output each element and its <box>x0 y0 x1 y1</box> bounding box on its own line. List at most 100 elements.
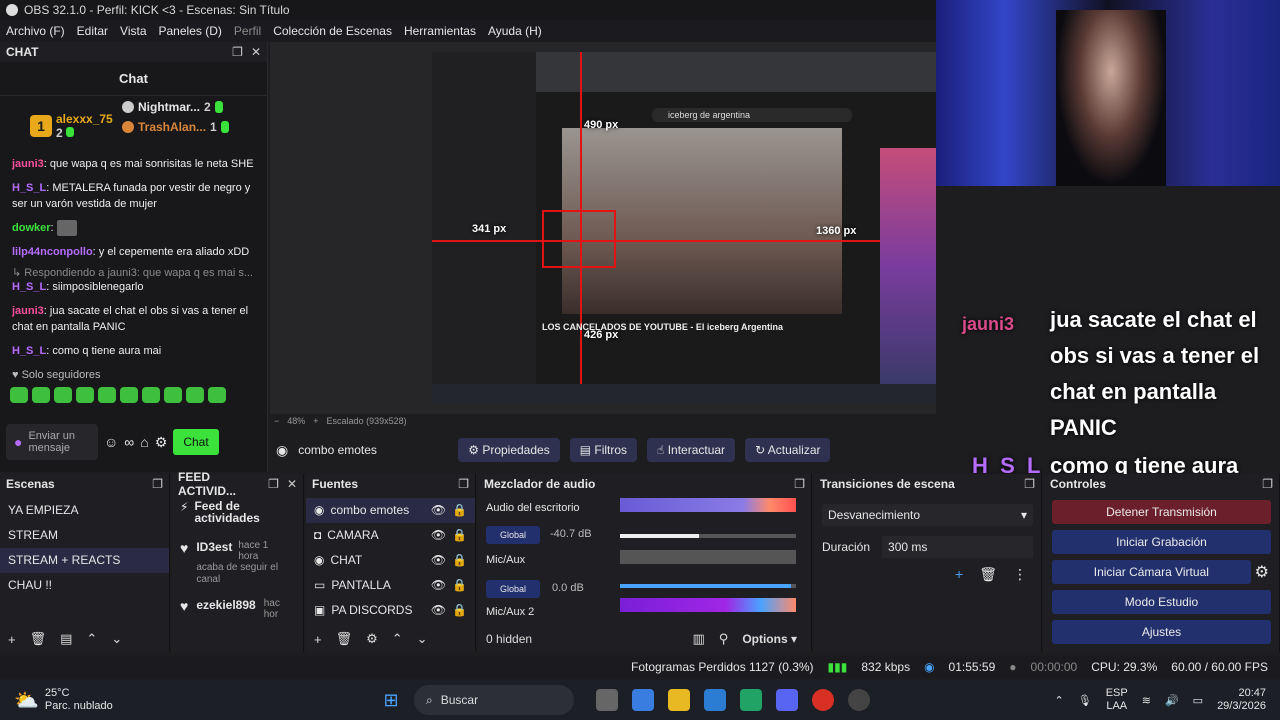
chevron-up-icon[interactable]: ⌃ <box>1055 694 1064 707</box>
emote-icon[interactable] <box>98 387 116 404</box>
obs-icon[interactable] <box>848 689 870 711</box>
arrow-down-icon[interactable]: ⌄ <box>417 631 428 647</box>
add-icon[interactable]: + <box>8 632 16 647</box>
lock-icon[interactable]: 🔒 <box>452 598 467 623</box>
battery-icon[interactable]: ▭ <box>1193 694 1203 707</box>
source-item[interactable]: ◉ combo emotes 👁 🔒 <box>306 498 475 523</box>
stop-stream-button[interactable]: Detener Transmisión <box>1052 500 1271 524</box>
folder-icon[interactable] <box>668 689 690 711</box>
emote-icon[interactable] <box>186 387 204 404</box>
menu-coleccion[interactable]: Colección de Escenas <box>267 24 398 38</box>
source-item[interactable]: ▭ PANTALLA 👁 🔒 <box>306 573 475 598</box>
menu-archivo[interactable]: Archivo (F) <box>0 24 71 38</box>
chat-input[interactable]: ● Enviar un mensaje <box>6 424 98 460</box>
lock-icon[interactable]: 🔒 <box>452 548 467 573</box>
copilot-icon[interactable] <box>632 689 654 711</box>
undock-icon[interactable]: ❐ <box>232 45 243 59</box>
virtual-camera-button[interactable]: Iniciar Cámara Virtual <box>1052 560 1251 584</box>
volume-slider[interactable] <box>620 534 796 538</box>
add-icon[interactable]: + <box>314 632 322 647</box>
trash-icon[interactable]: 🗑 <box>979 566 997 583</box>
weather-widget[interactable]: ⛅ 25°C Parc. nublado <box>0 687 380 713</box>
start-recording-button[interactable]: Iniciar Grabación <box>1052 530 1271 554</box>
transition-select[interactable]: Desvanecimiento ▾ <box>822 504 1033 526</box>
zoom-in-button[interactable]: + <box>313 416 318 426</box>
undock-icon[interactable]: ❐ <box>794 477 805 491</box>
chrome-icon[interactable] <box>812 689 834 711</box>
undock-icon[interactable]: ❐ <box>1262 477 1273 491</box>
volume-slider[interactable] <box>620 584 796 588</box>
emote-icon[interactable] <box>76 387 94 404</box>
emote-icon[interactable] <box>164 387 182 404</box>
taskview-icon[interactable] <box>596 689 618 711</box>
emote-icon[interactable] <box>32 387 50 404</box>
eye-icon[interactable]: 👁 <box>431 523 446 548</box>
gear-icon[interactable]: ⚙ <box>1255 562 1269 582</box>
scene-item[interactable]: YA EMPIEZA <box>0 498 169 523</box>
undock-icon[interactable]: ❐ <box>268 477 279 491</box>
excel-icon[interactable] <box>740 689 762 711</box>
eye-icon[interactable]: 👁 <box>431 598 446 623</box>
source-item[interactable]: ◉ CHAT 👁 🔒 <box>306 548 475 573</box>
scene-item[interactable]: STREAM <box>0 523 169 548</box>
menu-editar[interactable]: Editar <box>71 24 114 38</box>
emoji-icon[interactable]: ☺ <box>104 434 118 450</box>
scene-item[interactable]: CHAU !! <box>0 573 169 598</box>
arrow-up-icon[interactable]: ⌃ <box>392 631 403 647</box>
more-icon[interactable]: ⋮ <box>1013 566 1027 583</box>
layout-icon[interactable]: ▥ <box>692 631 704 647</box>
undock-icon[interactable]: ❐ <box>152 477 163 491</box>
infinity-icon[interactable]: ∞ <box>124 434 134 450</box>
zoom-out-button[interactable]: − <box>274 416 279 426</box>
menu-vista[interactable]: Vista <box>114 24 152 38</box>
source-item[interactable]: ▣ PA DISCORDS 👁 🔒 <box>306 598 475 623</box>
arrow-down-icon[interactable]: ⌄ <box>111 631 122 647</box>
lock-icon[interactable]: 🔒 <box>452 498 467 523</box>
wifi-icon[interactable]: ≋ <box>1142 694 1151 707</box>
undock-icon[interactable]: ❐ <box>458 477 469 491</box>
emote-icon[interactable] <box>208 387 226 404</box>
selection-box[interactable] <box>542 210 616 268</box>
link-icon[interactable]: ⚲ <box>719 631 729 647</box>
mic-icon[interactable]: 🎙 <box>1078 694 1092 707</box>
source-item[interactable]: ◘ CAMARA 👁 🔒 <box>306 523 475 548</box>
filters-button[interactable]: ▤ Filtros <box>569 438 638 462</box>
lock-icon[interactable]: 🔒 <box>452 523 467 548</box>
language-indicator[interactable]: ESP LAA <box>1106 687 1128 713</box>
properties-button[interactable]: ⚙ Propiedades <box>458 438 560 462</box>
menu-perfil[interactable]: Perfil <box>228 24 267 38</box>
app-icon[interactable] <box>704 689 726 711</box>
studio-mode-button[interactable]: Modo Estudio <box>1052 590 1271 614</box>
menu-ayuda[interactable]: Ayuda (H) <box>482 24 548 38</box>
windows-start-icon[interactable]: ⊞ <box>380 689 402 711</box>
clock[interactable]: 20:47 29/3/2026 <box>1217 687 1266 713</box>
undock-icon[interactable]: ❐ <box>1024 477 1035 491</box>
gear-icon[interactable]: ⚙ <box>366 631 378 647</box>
add-icon[interactable]: + <box>955 566 963 583</box>
eye-icon[interactable]: 👁 <box>431 573 446 598</box>
gear-icon[interactable]: ⚙ <box>155 434 168 451</box>
lock-icon[interactable]: 🔒 <box>452 573 467 598</box>
mic-icon[interactable]: ● <box>14 434 22 450</box>
duration-input[interactable]: 300 ms <box>882 536 1033 558</box>
emote-icon[interactable] <box>54 387 72 404</box>
trash-icon[interactable]: 🗑 <box>30 631 47 647</box>
scene-item[interactable]: STREAM + REACTS <box>0 548 169 573</box>
interact-button[interactable]: ☝ Interactuar <box>647 438 736 462</box>
volume-icon[interactable]: 🔊 <box>1165 694 1179 707</box>
emote-icon[interactable] <box>10 387 28 404</box>
taskbar-search[interactable]: ⌕ Buscar <box>414 685 574 715</box>
refresh-button[interactable]: ↻ Actualizar <box>745 438 831 462</box>
chat-send-button[interactable]: Chat <box>173 429 219 455</box>
arrow-up-icon[interactable]: ⌃ <box>86 631 97 647</box>
discord-icon[interactable] <box>776 689 798 711</box>
settings-button[interactable]: Ajustes <box>1052 620 1271 644</box>
store-icon[interactable]: ⌂ <box>140 434 148 450</box>
filter-icon[interactable]: ▤ <box>60 631 72 647</box>
close-icon[interactable]: ✕ <box>287 477 297 491</box>
close-icon[interactable]: ✕ <box>251 45 261 59</box>
scale-mode[interactable]: Escalado (939x528) <box>327 416 407 426</box>
eye-icon[interactable]: 👁 <box>431 498 446 523</box>
eye-icon[interactable]: 👁 <box>431 548 446 573</box>
trash-icon[interactable]: 🗑 <box>336 631 353 647</box>
